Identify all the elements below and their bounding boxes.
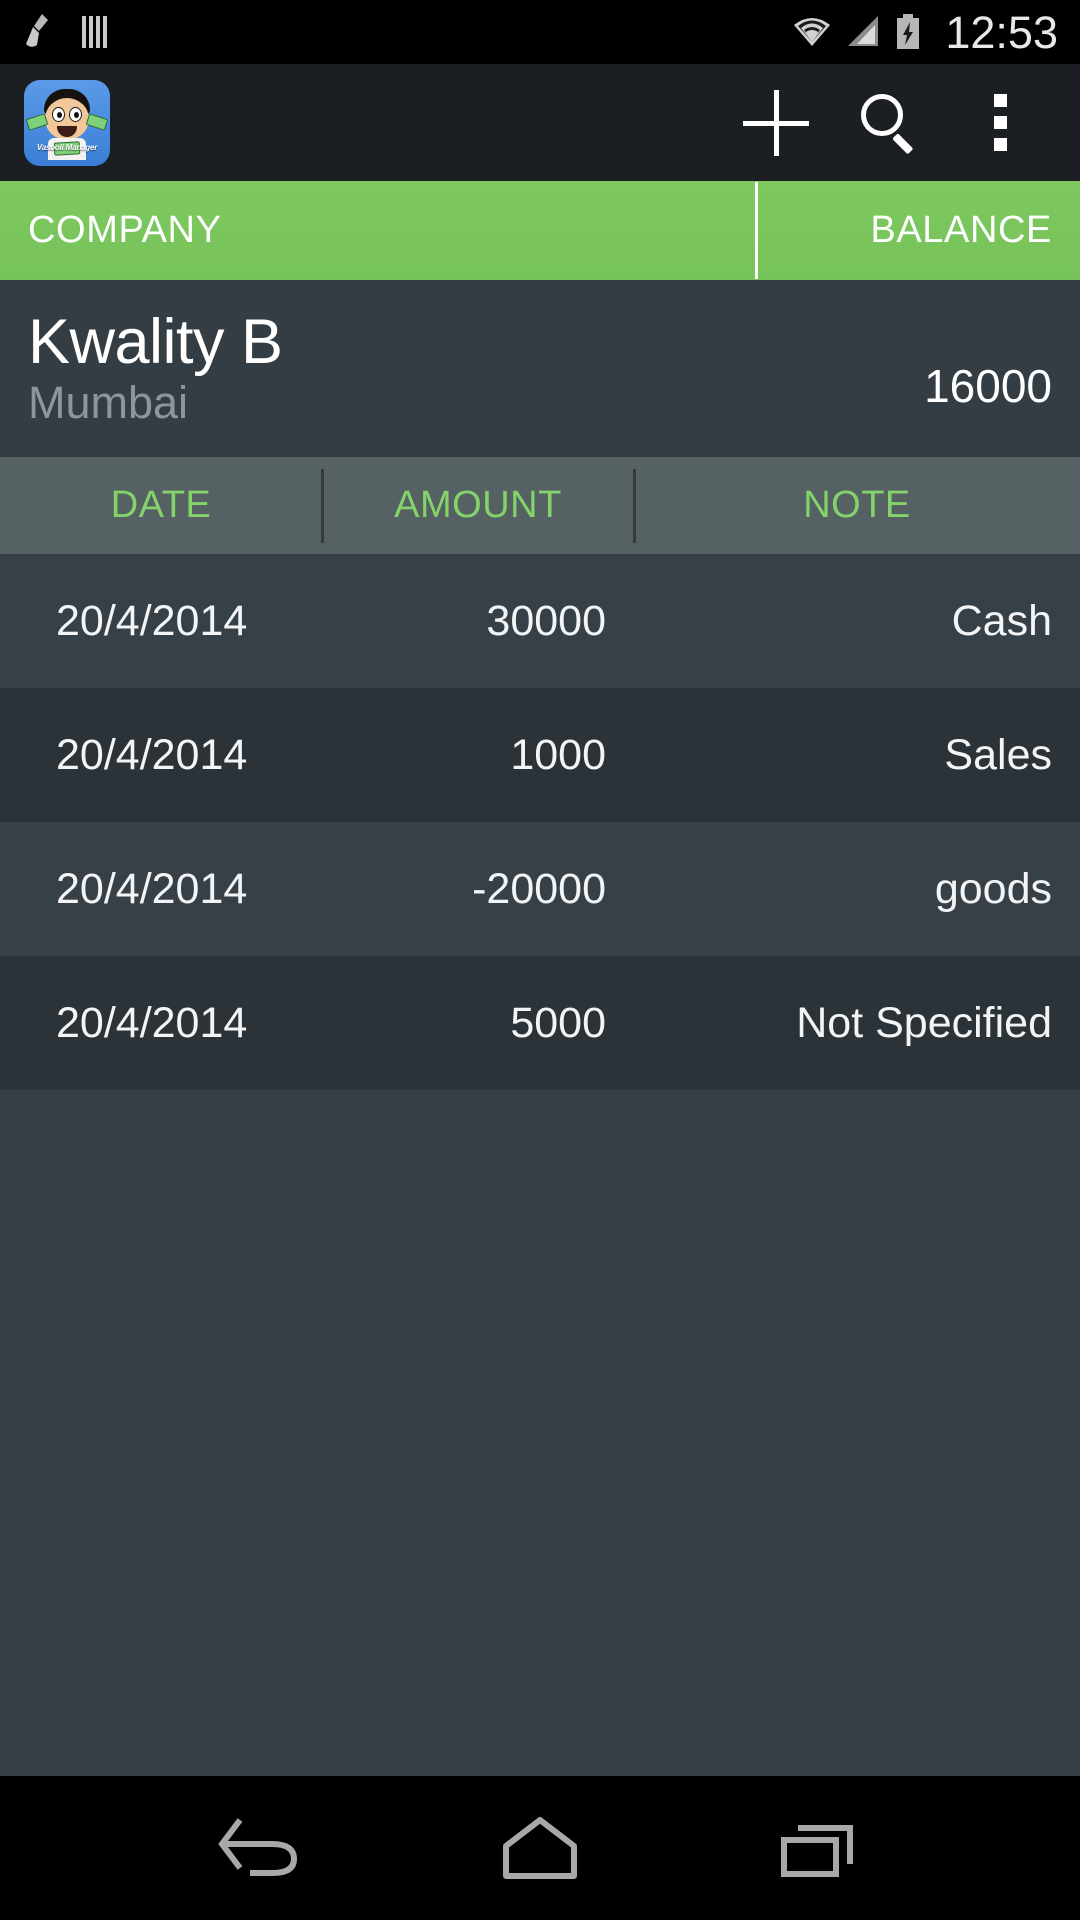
transactions-list[interactable]: 20/4/2014 30000 Cash 20/4/2014 1000 Sale… [0, 554, 1080, 1776]
cellular-signal-icon [845, 12, 883, 52]
search-button[interactable] [832, 64, 944, 181]
battery-charging-icon [893, 12, 923, 52]
column-header-balance: BALANCE [870, 209, 1052, 251]
company-name: Kwality B [28, 306, 283, 377]
row-date: 20/4/2014 [56, 596, 248, 645]
row-date: 20/4/2014 [56, 864, 248, 913]
status-bar-clock: 12:53 [945, 6, 1058, 58]
cleaner-broom-icon [22, 12, 56, 52]
row-date: 20/4/2014 [56, 998, 248, 1047]
home-icon [503, 1817, 577, 1879]
nav-recents-button[interactable] [745, 1776, 895, 1920]
table-row[interactable]: 20/4/2014 1000 Sales [0, 688, 1080, 822]
wifi-icon [789, 12, 835, 52]
status-bar: 12:53 [0, 0, 1080, 64]
phone-screen: 12:53 Vasooli Manager COMPANY BALANCE Kw… [0, 0, 1080, 1920]
row-amount: 30000 [486, 596, 606, 645]
nav-home-button[interactable] [465, 1776, 615, 1920]
add-icon [743, 89, 809, 156]
table-row[interactable]: 20/4/2014 30000 Cash [0, 554, 1080, 688]
app-logo-icon[interactable]: Vasooli Manager [24, 79, 110, 166]
column-header-company: COMPANY [28, 209, 222, 251]
table-header-note: NOTE [803, 484, 911, 526]
row-note: Not Specified [796, 998, 1052, 1047]
company-balance: 16000 [924, 359, 1052, 412]
android-navigation-bar [0, 1776, 1080, 1920]
status-bar-system-icons: 12:53 [789, 10, 1058, 55]
add-transaction-button[interactable] [720, 64, 832, 181]
status-bar-notifications [22, 12, 112, 52]
table-header-amount: AMOUNT [394, 484, 562, 526]
overflow-menu-button[interactable] [944, 64, 1056, 181]
transactions-table-header: DATE AMOUNT NOTE [0, 457, 1080, 554]
barcode-icon [78, 12, 112, 52]
table-row[interactable]: 20/4/2014 -20000 goods [0, 822, 1080, 956]
recents-icon [781, 1825, 853, 1877]
table-header-divider-1 [321, 469, 324, 543]
company-city: Mumbai [28, 376, 189, 428]
row-note: Cash [951, 596, 1052, 645]
row-amount: -20000 [472, 864, 606, 913]
row-note: Sales [944, 730, 1052, 779]
nav-back-button[interactable] [185, 1776, 335, 1920]
row-amount: 5000 [510, 998, 606, 1047]
row-date: 20/4/2014 [56, 730, 248, 779]
table-header-date: DATE [110, 484, 212, 526]
column-header-bar: COMPANY BALANCE [0, 181, 1080, 280]
row-note: goods [934, 864, 1052, 913]
company-summary-card[interactable]: Kwality B Mumbai 16000 [0, 280, 1080, 457]
app-logo-caption: Vasooli Manager [36, 142, 98, 152]
search-icon [857, 92, 919, 154]
table-row[interactable]: 20/4/2014 5000 Not Specified [0, 956, 1080, 1090]
action-bar: Vasooli Manager [0, 64, 1080, 181]
back-icon [218, 1818, 298, 1876]
row-amount: 1000 [510, 730, 606, 779]
table-header-divider-2 [633, 469, 636, 543]
company-text-block: Kwality B Mumbai [28, 306, 924, 428]
overflow-menu-icon [993, 94, 1007, 151]
